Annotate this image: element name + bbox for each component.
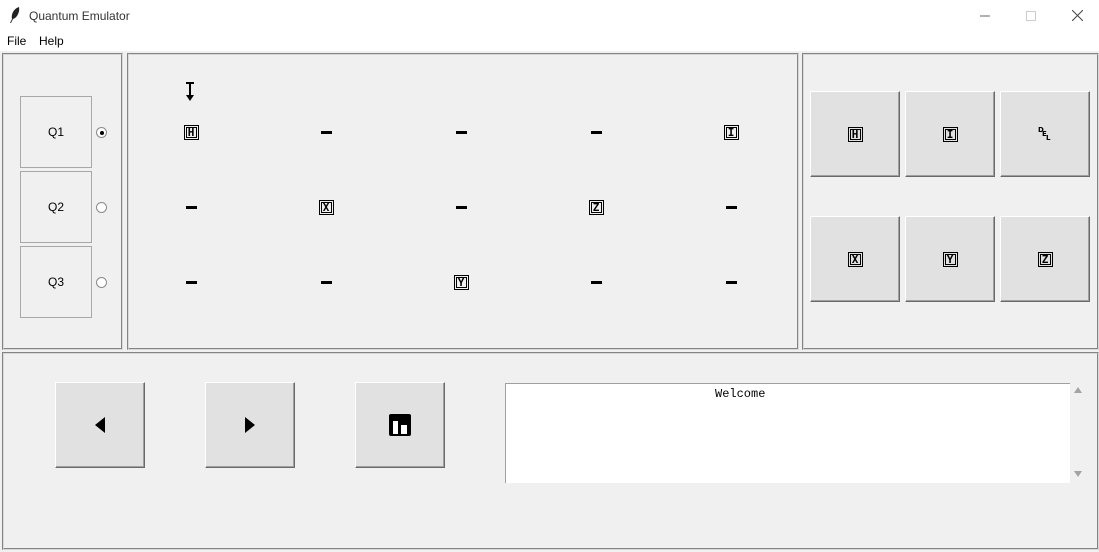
wire-segment: [185, 280, 197, 284]
minimize-icon: [980, 15, 990, 16]
qubit-label: Q3: [47, 275, 64, 289]
wire-segment: [590, 280, 602, 284]
wire-segment: [455, 130, 467, 134]
circuit-cell[interactable]: [716, 197, 746, 217]
gate-y-button[interactable]: Y: [905, 216, 995, 302]
minimize-button[interactable]: [962, 0, 1008, 31]
circuit-cell[interactable]: [176, 272, 206, 292]
qubit-button-q3[interactable]: Q3: [20, 246, 92, 318]
gate-x: X: [318, 199, 334, 215]
qubit-label: Q1: [47, 125, 64, 139]
wire-segment: [320, 130, 332, 134]
menu-help[interactable]: Help: [39, 34, 64, 48]
close-icon: [1071, 10, 1083, 21]
circuit-cell[interactable]: [581, 272, 611, 292]
circuit-cell[interactable]: H: [176, 122, 206, 142]
gate-y: Y: [453, 274, 469, 290]
qubit-radio-q3[interactable]: [96, 277, 107, 288]
qubit-radio-q2[interactable]: [96, 202, 107, 213]
circuit-cell[interactable]: [446, 122, 476, 142]
circuit-cell[interactable]: [311, 272, 341, 292]
menu-bar: File Help: [0, 31, 1099, 51]
circuit-cell[interactable]: Z: [581, 197, 611, 217]
gate-h-button[interactable]: H: [810, 91, 900, 177]
gate-x-button[interactable]: X: [810, 216, 900, 302]
qubit-button-q2[interactable]: Q2: [20, 171, 92, 243]
insertion-cursor-icon: [186, 82, 194, 101]
gate-i: I: [723, 124, 739, 140]
wire-segment: [185, 205, 197, 209]
gate-h-label: H: [847, 126, 863, 142]
gate-x-label: X: [847, 251, 863, 267]
circuit-cell[interactable]: [311, 122, 341, 142]
circuit-cell[interactable]: I: [716, 122, 746, 142]
wire-segment: [455, 205, 467, 209]
close-button[interactable]: [1054, 0, 1099, 31]
gate-z: Z: [588, 199, 604, 215]
delete-button[interactable]: D E L: [1000, 91, 1090, 177]
gate-h: H: [183, 124, 199, 140]
qubit-label: Q2: [47, 200, 64, 214]
delete-label: D E L: [1038, 126, 1051, 142]
circuit-cell[interactable]: X: [311, 197, 341, 217]
next-step-button[interactable]: [205, 382, 295, 468]
gate-z-label: Z: [1037, 251, 1053, 267]
circuit-cell[interactable]: [716, 272, 746, 292]
gate-i-button[interactable]: I: [905, 91, 995, 177]
title-bar: Quantum Emulator: [0, 0, 1099, 31]
circuit-cell[interactable]: [176, 197, 206, 217]
wire-segment: [725, 280, 737, 284]
output-textbox[interactable]: Welcome: [505, 383, 1070, 483]
output-text: Welcome: [715, 387, 766, 401]
gate-z-button[interactable]: Z: [1000, 216, 1090, 302]
previous-step-button[interactable]: [55, 382, 145, 468]
output-scrollbar[interactable]: [1070, 383, 1087, 483]
save-button[interactable]: [355, 382, 445, 468]
triangle-left-icon: [95, 417, 105, 433]
wire-segment: [725, 205, 737, 209]
gate-y-label: Y: [942, 251, 958, 267]
window-title: Quantum Emulator: [29, 9, 130, 23]
scroll-up-arrow-icon[interactable]: [1074, 387, 1082, 393]
maximize-icon: [1026, 10, 1036, 21]
save-icon: [389, 414, 411, 436]
qubit-panel: Q1 Q2 Q3: [2, 53, 123, 350]
wire-segment: [320, 280, 332, 284]
qubit-button-q1[interactable]: Q1: [20, 96, 92, 168]
qubit-radio-q1[interactable]: [96, 127, 107, 138]
feather-icon: [10, 7, 20, 23]
menu-file[interactable]: File: [7, 34, 26, 48]
wire-segment: [590, 130, 602, 134]
triangle-right-icon: [245, 417, 255, 433]
gate-i-label: I: [942, 126, 958, 142]
circuit-cell[interactable]: [446, 197, 476, 217]
circuit-cell[interactable]: Y: [446, 272, 476, 292]
circuit-cell[interactable]: [581, 122, 611, 142]
scroll-down-arrow-icon[interactable]: [1074, 471, 1082, 477]
maximize-button[interactable]: [1008, 0, 1054, 31]
